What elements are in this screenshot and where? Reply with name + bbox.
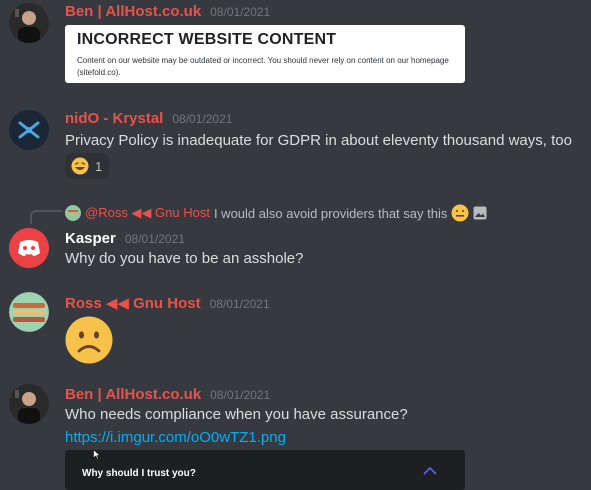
- message: Kasper 08/01/2021 Why do you have to be a…: [0, 226, 591, 276]
- reply-avatar-icon: [65, 205, 81, 221]
- image-icon: [473, 206, 487, 220]
- username[interactable]: nidO - Krystal: [65, 110, 163, 127]
- link-embed[interactable]: Why should I trust you?: [65, 450, 465, 490]
- timestamp: 08/01/2021: [124, 232, 185, 246]
- username[interactable]: Ben | AllHost.co.uk: [65, 3, 201, 20]
- frowning-emoji-icon: [65, 316, 113, 364]
- timestamp: 08/01/2021: [172, 112, 233, 126]
- embed-card: INCORRECT WEBSITE CONTENT Content on our…: [65, 25, 465, 83]
- embed-title: INCORRECT WEBSITE CONTENT: [77, 31, 337, 48]
- reaction[interactable]: 1: [65, 153, 109, 179]
- avatar[interactable]: [9, 384, 49, 424]
- chevron-up-icon[interactable]: [423, 466, 437, 475]
- avatar[interactable]: [9, 292, 49, 332]
- message: Ross ◀◀ Gnu Host 08/01/2021: [0, 292, 591, 367]
- message: Ben | AllHost.co.uk 08/01/2021 INCORRECT …: [0, 0, 591, 90]
- avatar[interactable]: [9, 110, 49, 150]
- mouse-cursor-icon: [93, 449, 101, 460]
- reply-preview[interactable]: @Ross ◀◀ Gnu Host I would also avoid pro…: [65, 204, 487, 222]
- message-text: Who needs compliance when you have assur…: [65, 406, 408, 423]
- reply-connector: [30, 210, 62, 224]
- avatar[interactable]: [9, 3, 49, 43]
- message-text: Privacy Policy is inadequate for GDPR in…: [65, 132, 572, 149]
- neutral-emoji-icon: [451, 204, 469, 222]
- embed-description: Content on our website may be outdated o…: [77, 56, 449, 77]
- message: nidO - Krystal 08/01/2021 Privacy Policy …: [0, 108, 591, 183]
- message-text: Why do you have to be an asshole?: [65, 250, 304, 267]
- laughing-emoji-icon: [71, 157, 89, 175]
- timestamp: 08/01/2021: [210, 5, 271, 19]
- avatar[interactable]: [9, 228, 49, 268]
- image-link[interactable]: https://i.imgur.com/oO0wTZ1.png: [65, 429, 286, 446]
- timestamp: 08/01/2021: [210, 388, 271, 402]
- reply-author[interactable]: @Ross ◀◀ Gnu Host: [85, 205, 210, 221]
- reaction-count: 1: [95, 158, 103, 174]
- username[interactable]: Ben | AllHost.co.uk: [65, 386, 201, 403]
- username[interactable]: Kasper: [65, 230, 116, 247]
- username[interactable]: Ross ◀◀ Gnu Host: [65, 295, 201, 312]
- embed-question: Why should I trust you?: [82, 468, 196, 479]
- reply-text: I would also avoid providers that say th…: [213, 205, 448, 221]
- timestamp: 08/01/2021: [209, 297, 270, 311]
